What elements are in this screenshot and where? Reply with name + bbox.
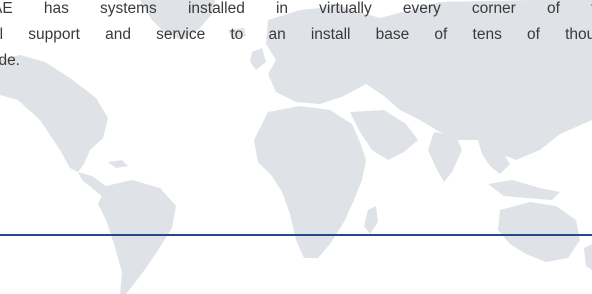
intro-line-1: AE has systems installed in virtually ev… — [0, 0, 592, 17]
madagascar-shape — [364, 206, 378, 234]
section-divider — [0, 234, 592, 236]
new-zealand-shape — [584, 244, 592, 270]
australia-shape — [498, 202, 580, 262]
india-shape — [428, 132, 462, 182]
caribbean-shape — [108, 160, 128, 168]
intro-line-3: ide. — [0, 52, 20, 69]
intro-paragraph: AE has systems installed in virtually ev… — [0, 0, 592, 74]
indonesia-shape — [488, 180, 560, 200]
intro-line-2: al support and service to an install bas… — [0, 26, 592, 43]
south-america-shape — [98, 180, 176, 294]
